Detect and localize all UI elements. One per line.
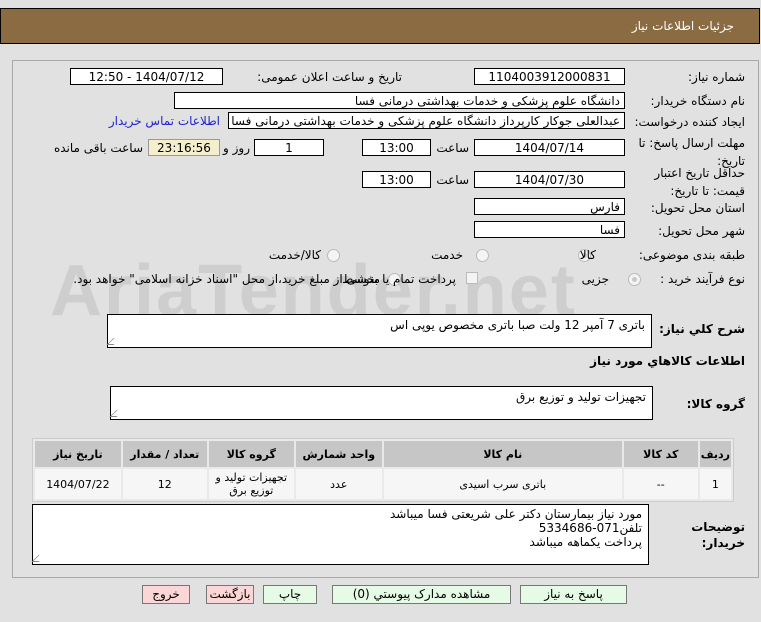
cell-qty: 12 — [122, 469, 207, 499]
remaining-time: 23:16:56 — [148, 139, 220, 156]
city-label: شهر محل تحویل: — [658, 224, 745, 238]
table-header-row: ردیف کد کالا نام کالا واحد شمارش گروه کا… — [35, 441, 731, 467]
table-row: 1 -- باتری سرب اسیدی عدد تجهیزات تولید و… — [35, 469, 731, 499]
cell-group: تجهیزات تولید و توزیع برق — [208, 469, 294, 499]
description-label: شرح کلي نیاز: — [659, 322, 745, 336]
deadline-time-field[interactable]: 13:00 — [362, 139, 431, 156]
back-button[interactable]: بازگشت — [206, 585, 254, 604]
validity-time-field[interactable]: 13:00 — [362, 171, 431, 188]
goods-info-title: اطلاعات کالاهاي مورد نیاز — [590, 354, 745, 368]
buyer-note-line: مورد نیاز بیمارستان دکتر علی شریعتی فسا … — [389, 507, 642, 521]
print-button[interactable]: چاپ — [263, 585, 317, 604]
deadline-date-field[interactable]: 1404/07/14 — [474, 139, 625, 156]
deadline-time-label: ساعت — [436, 141, 469, 155]
category-service-label: خدمت — [431, 248, 463, 262]
view-attachments-button[interactable]: مشاهده مدارک پیوستي (0) — [332, 585, 511, 604]
buyer-note-line: تلفن071-5334686 — [538, 521, 642, 535]
payment-checkbox[interactable] — [466, 272, 478, 284]
validity-date-field[interactable]: 1404/07/30 — [474, 171, 625, 188]
process-radio-minor[interactable] — [628, 273, 641, 286]
page-header: جزئیات اطلاعات نیاز — [0, 8, 760, 44]
category-radio-both[interactable] — [327, 249, 340, 262]
need-number-field[interactable]: 1104003912000831 — [474, 68, 625, 85]
description-textarea[interactable]: باتری 7 آمپر 12 ولت صبا باتری مخصوص یوپی… — [107, 314, 652, 348]
buyer-org-label: نام دستگاه خریدار: — [650, 94, 746, 108]
buyer-note-line: پرداخت یکماهه میباشد — [529, 535, 642, 549]
col-date: تاریخ نیاز — [35, 441, 121, 467]
page-title: جزئیات اطلاعات نیاز — [631, 19, 734, 33]
province-label: استان محل تحویل: — [650, 201, 745, 215]
col-qty: تعداد / مقدار — [122, 441, 207, 467]
buyer-org-field[interactable]: دانشگاه علوم پزشکی و خدمات بهداشتی درمان… — [174, 92, 625, 109]
cell-code: -- — [623, 469, 698, 499]
category-radio-service[interactable] — [476, 249, 489, 262]
buyer-notes-textarea[interactable]: مورد نیاز بیمارستان دکتر علی شریعتی فسا … — [32, 504, 649, 565]
col-row: ردیف — [699, 441, 731, 467]
days-label: روز و — [223, 141, 250, 155]
deadline-label: مهلت ارسال پاسخ: تا — [638, 136, 745, 150]
remaining-label: ساعت باقی مانده — [53, 141, 143, 155]
contact-buyer-link[interactable]: اطلاعات تماس خریدار — [109, 114, 220, 128]
goods-group-label: گروه کالا: — [686, 397, 745, 411]
payment-note: پرداخت تمام یا بخشی از مبلغ خرید،از محل … — [73, 272, 456, 286]
col-name: نام کالا — [383, 441, 622, 467]
cell-name: باتری سرب اسیدی — [383, 469, 622, 499]
province-field[interactable]: فارس — [474, 198, 625, 215]
col-unit: واحد شمارش — [295, 441, 382, 467]
creator-label: ایجاد کننده درخواست: — [634, 115, 745, 129]
buyer-notes-label: توضیحات — [691, 520, 745, 534]
process-minor-label: جزیی — [581, 272, 609, 286]
cell-unit: عدد — [295, 469, 382, 499]
validity-label: حداقل تاریخ اعتبار — [654, 166, 745, 180]
category-both-label: کالا/خدمت — [268, 248, 321, 262]
exit-button[interactable]: خروج — [142, 585, 190, 604]
validity-label-2: قیمت: تا تاریخ: — [670, 184, 745, 198]
creator-field[interactable]: عبدالعلی جوکار کارپرداز دانشگاه علوم پزش… — [228, 112, 625, 129]
process-label: نوع فرآیند خرید : — [660, 272, 745, 286]
category-label: طبقه بندی موضوعی: — [638, 248, 745, 262]
goods-group-textarea[interactable]: تجهیزات تولید و توزیع برق — [110, 386, 653, 420]
announce-label: تاریخ و ساعت اعلان عمومی: — [257, 70, 402, 84]
cell-row: 1 — [699, 469, 731, 499]
validity-time-label: ساعت — [436, 173, 469, 187]
announce-field[interactable]: 1404/07/12 - 12:50 — [70, 68, 223, 85]
category-goods-label: کالا — [579, 248, 596, 262]
col-code: کد کالا — [623, 441, 698, 467]
goods-table: ردیف کد کالا نام کالا واحد شمارش گروه کا… — [32, 438, 734, 502]
col-group: گروه کالا — [208, 441, 294, 467]
days-field[interactable]: 1 — [254, 139, 324, 156]
reply-button[interactable]: پاسخ به نیاز — [520, 585, 627, 604]
buyer-notes-label-2: خریدار: — [701, 536, 745, 550]
cell-date: 1404/07/22 — [35, 469, 121, 499]
city-field[interactable]: فسا — [474, 221, 625, 238]
need-number-label: شماره نیاز: — [688, 70, 745, 84]
